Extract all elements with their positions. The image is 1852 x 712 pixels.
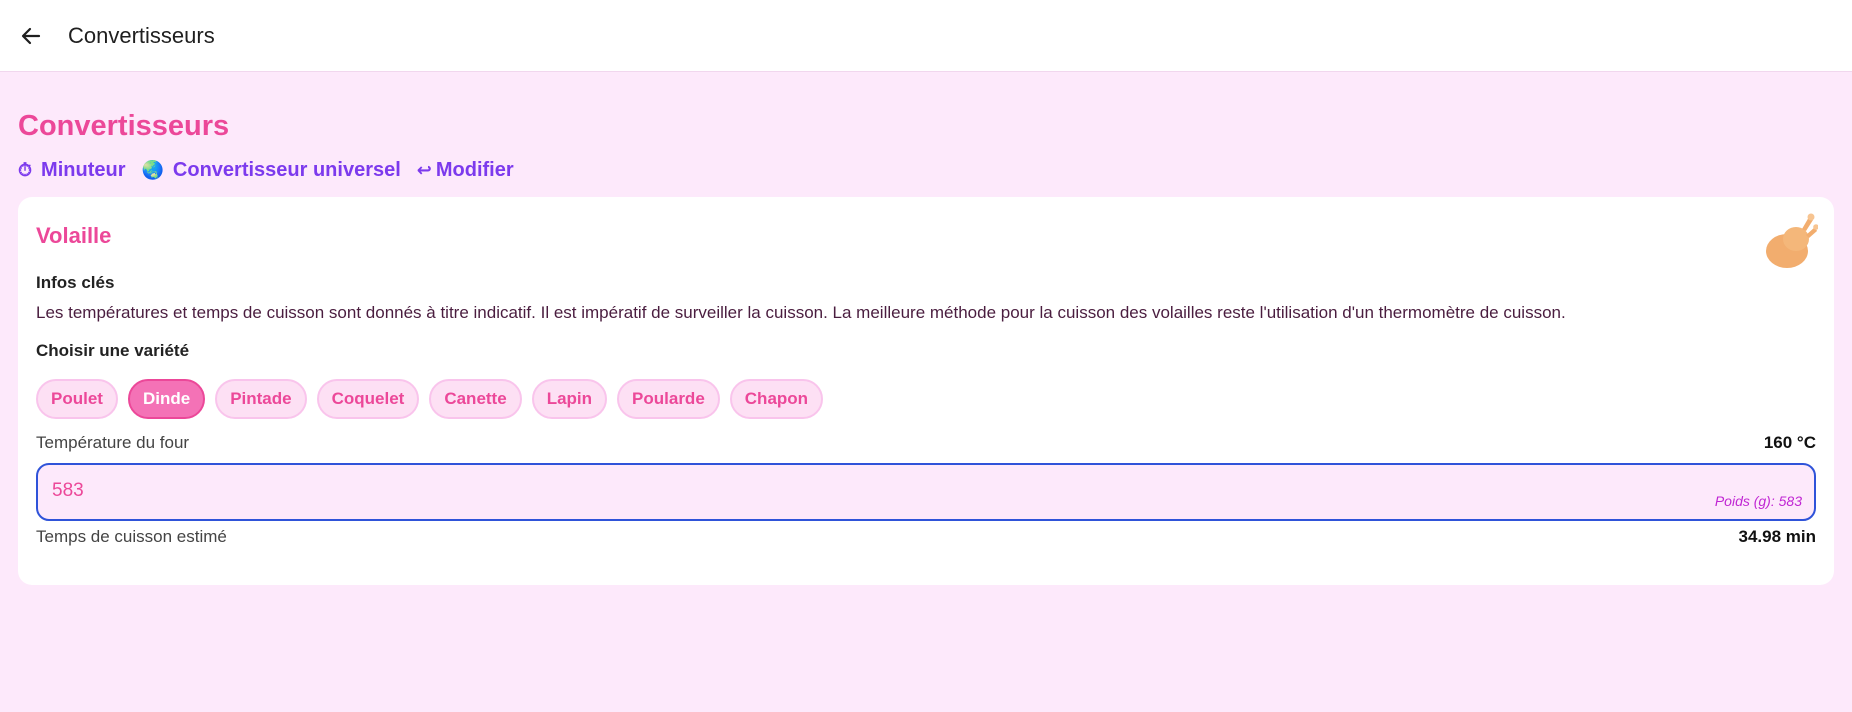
oven-temperature-label: Température du four <box>36 433 190 452</box>
timer-link[interactable]: ⏱ Minuteur <box>18 159 125 182</box>
weight-input[interactable] <box>52 480 1452 502</box>
stopwatch-icon: ⏱ <box>18 160 33 180</box>
weight-hint: Poids (g): 583 <box>1714 493 1802 509</box>
variety-chip-coquelet[interactable]: Coquelet <box>316 379 420 419</box>
globe-icon: 🌏 <box>141 160 164 180</box>
return-arrow-icon: ↩ <box>416 160 432 180</box>
variety-chip-pintade[interactable]: Pintade <box>215 379 307 419</box>
variety-chips: Poulet Dinde Pintade Coquelet Canette La… <box>36 379 1816 419</box>
arrow-left-icon <box>21 27 41 44</box>
oven-temperature-row: Température du four 160 °C <box>36 433 1816 453</box>
poultry-card: Volaille Infos clés Les températures et … <box>18 197 1834 585</box>
quick-links: ⏱ Minuteur 🌏 Convertisseur universel ↩ M… <box>18 157 1834 183</box>
variety-chip-canette[interactable]: Canette <box>429 379 522 419</box>
card-title: Volaille <box>36 223 112 248</box>
edit-link[interactable]: ↩ Modifier <box>417 159 514 182</box>
variety-chip-poularde[interactable]: Poularde <box>617 379 720 419</box>
universal-converter-link-label: Convertisseur universel <box>172 158 401 181</box>
page-title: Convertisseurs <box>18 110 230 142</box>
cooking-time-row: Temps de cuisson estimé 34.98 min <box>36 527 1816 547</box>
weight-field[interactable]: Poids (g): 583 <box>36 463 1816 521</box>
universal-converter-link[interactable]: 🌏 Convertisseur universel <box>141 159 400 182</box>
variety-chip-lapin[interactable]: Lapin <box>531 379 608 419</box>
key-info-text: Les températures et temps de cuisson son… <box>36 303 1566 322</box>
cooking-time-label: Temps de cuisson estimé <box>36 527 227 546</box>
variety-chip-dinde[interactable]: Dinde <box>127 379 206 419</box>
page-content: Convertisseurs ⏱ Minuteur 🌏 Convertisseu… <box>0 112 1852 585</box>
cooking-time-value: 34.98 min <box>1738 527 1817 546</box>
key-info-label: Infos clés <box>36 273 115 292</box>
app-bar: Convertisseurs <box>0 0 1852 72</box>
oven-temperature-value: 160 °C <box>1763 433 1816 452</box>
roast-chicken-icon <box>1766 213 1818 268</box>
timer-link-label: Minuteur <box>41 158 126 181</box>
app-bar-title: Convertisseurs <box>68 22 215 48</box>
variety-chip-chapon[interactable]: Chapon <box>729 379 824 419</box>
choose-variety-label: Choisir une variété <box>36 341 190 360</box>
back-button[interactable] <box>11 16 51 56</box>
variety-chip-poulet[interactable]: Poulet <box>36 379 118 419</box>
edit-link-label: Modifier <box>435 158 514 181</box>
